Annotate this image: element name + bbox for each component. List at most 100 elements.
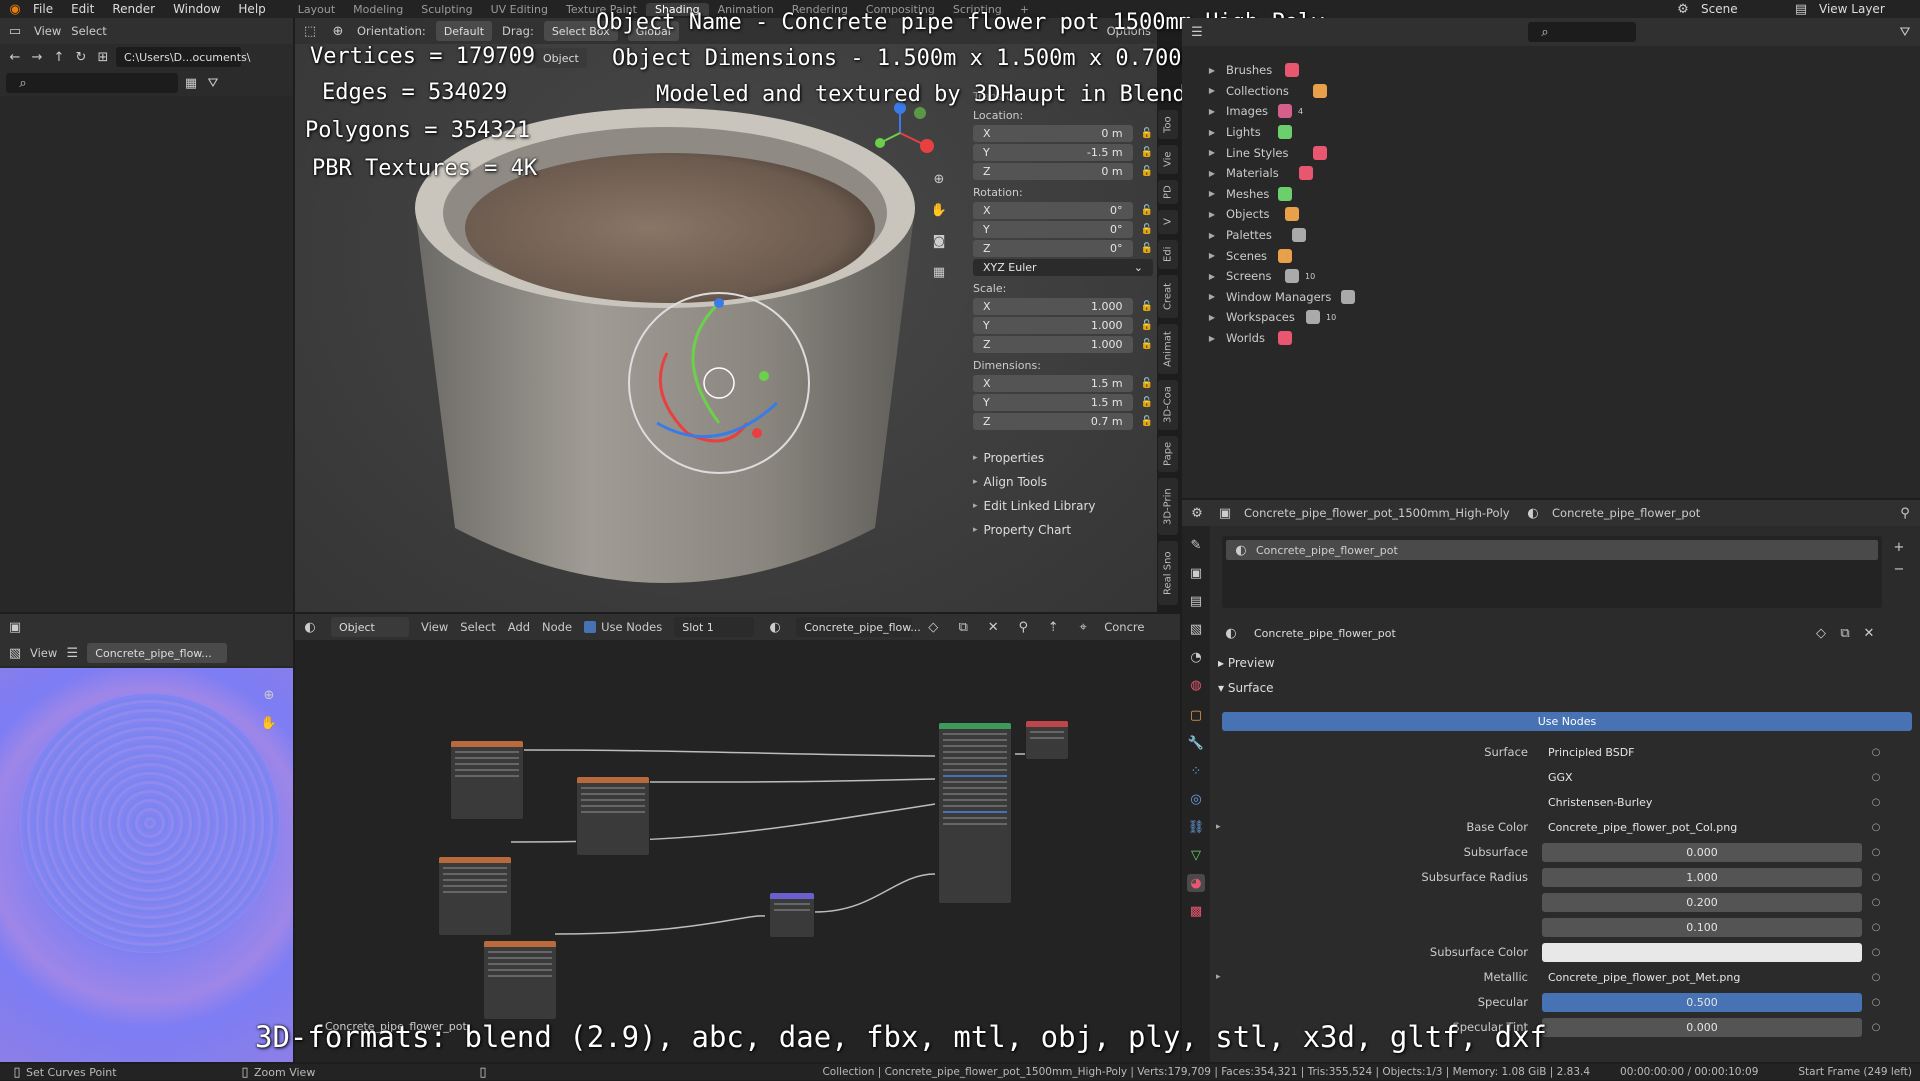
outliner-item-materials[interactable]: ▶ Materials <box>1204 163 1920 184</box>
expand-arrow-icon[interactable]: ▸ <box>1216 972 1221 982</box>
zoom-icon[interactable]: ⊕ <box>260 686 278 704</box>
rotation-field-y[interactable]: Y 0° <box>973 221 1133 238</box>
material-output-node[interactable] <box>1025 720 1069 760</box>
expand-arrow-icon[interactable]: ▶ <box>1204 292 1220 301</box>
outliner-item-collections[interactable]: ▶ Collections <box>1204 81 1920 102</box>
scene-tab-icon[interactable]: ◔ <box>1187 648 1205 666</box>
lock-icon[interactable]: 🔓 <box>1141 320 1153 331</box>
scene-icon[interactable]: ⚙ <box>1674 0 1692 18</box>
expand-arrow-icon[interactable]: ▶ <box>1204 272 1220 281</box>
grid-icon[interactable]: ▦ <box>930 263 948 281</box>
prop-value-field[interactable] <box>1542 942 1862 962</box>
texture-node-normal[interactable] <box>483 940 557 1020</box>
texture-node-col[interactable] <box>450 740 524 820</box>
panel-edit-linked-library[interactable]: ▸ Edit Linked Library <box>963 494 1153 518</box>
material-slot-list[interactable]: ◐ Concrete_pipe_flower_pot <box>1222 536 1882 608</box>
image-view-menu[interactable]: View <box>30 646 57 660</box>
keyframe-dot-icon[interactable]: ○ <box>1868 1022 1884 1033</box>
menu-file[interactable]: File <box>24 2 62 16</box>
prop-value-field[interactable]: Concrete_pipe_flower_pot_Met.png <box>1542 967 1862 987</box>
prop-value-field[interactable]: 0.100 <box>1542 917 1862 937</box>
expand-arrow-icon[interactable]: ▶ <box>1204 251 1220 260</box>
lock-icon[interactable]: 🔓 <box>1141 378 1153 389</box>
expand-arrow-icon[interactable]: ▶ <box>1204 169 1220 178</box>
expand-arrow-icon[interactable]: ▶ <box>1204 210 1220 219</box>
scale-field-z[interactable]: Z 1.000 <box>973 336 1133 353</box>
outliner-item-lights[interactable]: ▶ Lights <box>1204 122 1920 143</box>
rotation-field-z[interactable]: Z 0° <box>973 240 1133 257</box>
node-editor-panel[interactable]: ◐ Object View Select Add Node Use Nodes … <box>295 614 1180 1062</box>
expand-arrow-icon[interactable]: ▶ <box>1204 86 1220 95</box>
lock-icon[interactable]: 🔓 <box>1141 339 1153 350</box>
menu-select[interactable]: Select <box>71 24 106 38</box>
lock-icon[interactable]: 🔓 <box>1141 416 1153 427</box>
navigation-gizmo[interactable] <box>865 98 935 168</box>
object-tab-icon[interactable]: ▢ <box>1187 706 1205 724</box>
rotation-mode-dropdown[interactable]: XYZ Euler ⌄ <box>973 259 1153 276</box>
expand-arrow-icon[interactable]: ▶ <box>1204 66 1220 75</box>
keyframe-dot-icon[interactable]: ○ <box>1868 822 1884 833</box>
editor-type-icon[interactable]: ⚙ <box>1188 504 1206 522</box>
menu-render[interactable]: Render <box>103 2 164 16</box>
editor-type-icon[interactable]: ▣ <box>6 618 24 636</box>
keyframe-dot-icon[interactable]: ○ <box>1868 872 1884 883</box>
keyframe-dot-icon[interactable]: ○ <box>1868 772 1884 783</box>
refresh-icon[interactable]: ↻ <box>72 48 90 66</box>
outliner-item-scenes[interactable]: ▶ Scenes <box>1204 245 1920 266</box>
material-name-field[interactable]: Concrete_pipe_flower_pot <box>1246 623 1806 643</box>
keyframe-dot-icon[interactable]: ○ <box>1868 797 1884 808</box>
close-icon[interactable]: ✕ <box>1860 624 1878 642</box>
menu-help[interactable]: Help <box>229 2 274 16</box>
prop-value-field[interactable]: 0.000 <box>1542 1017 1862 1037</box>
pan-hand-icon[interactable]: ✋ <box>260 714 278 732</box>
npanel-tab-0[interactable]: Too <box>1158 110 1178 139</box>
image-icon[interactable]: ▧ <box>6 644 24 662</box>
outliner-search-input[interactable]: ⌕ <box>1528 22 1636 42</box>
outliner-item-window-managers[interactable]: ▶ Window Managers <box>1204 287 1920 308</box>
keyframe-dot-icon[interactable]: ○ <box>1868 997 1884 1008</box>
normal-map-image[interactable] <box>0 668 293 1062</box>
rotate-gizmo[interactable] <box>627 283 827 483</box>
pan-hand-icon[interactable]: ✋ <box>930 201 948 219</box>
filter-icon[interactable]: ⛛ <box>204 74 222 92</box>
transform-pivot-icon[interactable]: ⊕ <box>329 22 347 40</box>
location-field-y[interactable]: Y -1.5 m <box>973 144 1133 161</box>
prop-value-field[interactable]: 0.200 <box>1542 892 1862 912</box>
npanel-tab-2[interactable]: PD <box>1158 180 1178 204</box>
prop-value-field[interactable]: Christensen-Burley <box>1542 792 1862 812</box>
lock-icon[interactable]: 🔓 <box>1141 128 1153 139</box>
expand-arrow-icon[interactable]: ▶ <box>1204 313 1220 322</box>
prop-value-field[interactable]: Principled BSDF <box>1542 742 1862 762</box>
display-mode-icon[interactable]: ▦ <box>182 74 200 92</box>
view-layer-tab-icon[interactable]: ▧ <box>1187 620 1205 638</box>
menu-edit[interactable]: Edit <box>62 2 103 16</box>
dimensions-field-x[interactable]: X 1.5 m <box>973 375 1133 392</box>
keyframe-dot-icon[interactable]: ○ <box>1868 897 1884 908</box>
outliner-item-meshes[interactable]: ▶ Meshes <box>1204 184 1920 205</box>
editor-type-icon[interactable]: ☰ <box>1188 23 1206 41</box>
dimensions-field-y[interactable]: Y 1.5 m <box>973 394 1133 411</box>
npanel-tab-9[interactable]: 3D-Prin <box>1158 478 1178 535</box>
surface-section[interactable]: ▾ Surface <box>1218 681 1274 695</box>
npanel-tab-3[interactable]: V <box>1158 210 1178 234</box>
outliner-item-screens[interactable]: ▶ Screens 10 <box>1204 266 1920 287</box>
path-field[interactable]: C:\Users\D...ocuments\ <box>116 47 251 67</box>
preview-section[interactable]: ▸ Preview <box>1218 656 1275 670</box>
tool-tab-icon[interactable]: ✎ <box>1187 536 1205 554</box>
npanel-tab-4[interactable]: Edi <box>1158 240 1178 269</box>
prop-value-field[interactable]: GGX <box>1542 767 1862 787</box>
location-field-z[interactable]: Z 0 m <box>973 163 1133 180</box>
outliner-item-workspaces[interactable]: ▶ Workspaces 10 <box>1204 307 1920 328</box>
output-tab-icon[interactable]: ▤ <box>1187 592 1205 610</box>
parent-dir-icon[interactable]: ↑ <box>50 48 68 66</box>
pin-icon[interactable]: ⚲ <box>1896 504 1914 522</box>
scale-field-y[interactable]: Y 1.000 <box>973 317 1133 334</box>
npanel-tab-7[interactable]: 3D-Coa <box>1158 380 1178 430</box>
panel-properties[interactable]: ▸ Properties <box>963 446 1153 470</box>
lock-icon[interactable]: 🔓 <box>1141 397 1153 408</box>
menu-icon[interactable]: ☰ <box>63 644 81 662</box>
outliner-item-objects[interactable]: ▶ Objects <box>1204 204 1920 225</box>
prop-value-field[interactable]: Concrete_pipe_flower_pot_Col.png <box>1542 817 1862 837</box>
expand-arrow-icon[interactable]: ▶ <box>1204 189 1220 198</box>
texture-node-met[interactable] <box>576 776 650 856</box>
